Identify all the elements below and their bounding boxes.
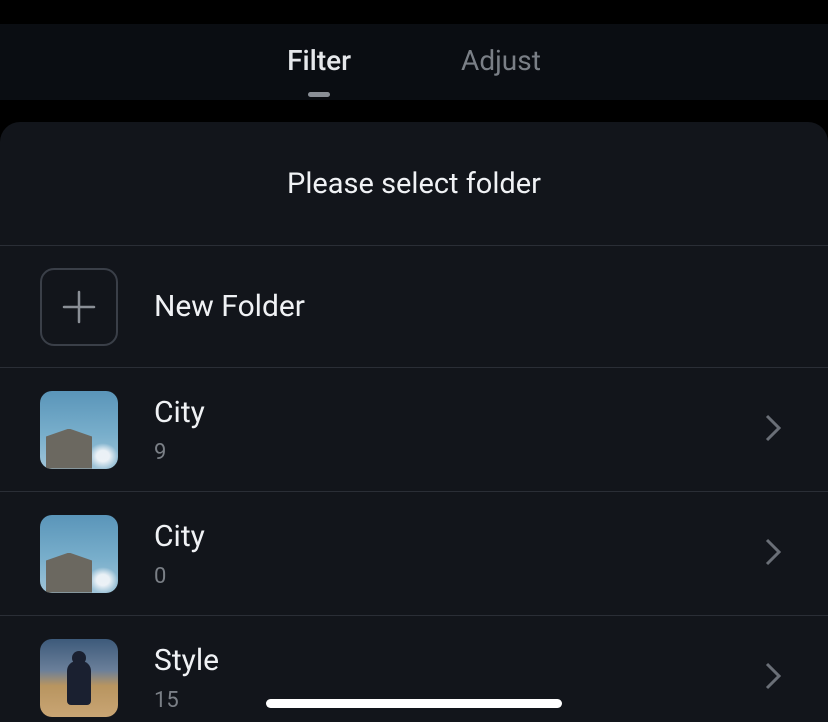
tab-filter[interactable]: Filter [287, 44, 351, 81]
folder-thumbnail [40, 639, 118, 717]
folder-count: 9 [154, 440, 788, 465]
tab-adjust[interactable]: Adjust [461, 44, 541, 81]
folder-count: 0 [154, 564, 788, 589]
top-spacer [0, 0, 828, 24]
folder-thumbnail [40, 391, 118, 469]
tab-adjust-label: Adjust [461, 44, 541, 77]
home-indicator[interactable] [266, 699, 562, 708]
sheet-header: Please select folder [0, 122, 828, 246]
chevron-right-icon [764, 661, 782, 695]
folder-name: City [154, 519, 788, 554]
folder-thumbnail [40, 515, 118, 593]
folder-row[interactable]: City 9 [0, 368, 828, 492]
folder-name: Style [154, 643, 788, 678]
new-folder-row[interactable]: New Folder [0, 246, 828, 368]
tab-indicator [308, 92, 330, 97]
sheet-title: Please select folder [287, 167, 541, 201]
tab-filter-label: Filter [287, 44, 351, 77]
chevron-right-icon [764, 537, 782, 571]
folder-name: City [154, 395, 788, 430]
tab-bar: Filter Adjust [0, 24, 828, 100]
new-folder-label: New Folder [154, 289, 788, 324]
folder-select-sheet: Please select folder New Folder City 9 C… [0, 122, 828, 722]
folder-row[interactable]: City 0 [0, 492, 828, 616]
chevron-right-icon [764, 413, 782, 447]
plus-icon [40, 268, 118, 346]
